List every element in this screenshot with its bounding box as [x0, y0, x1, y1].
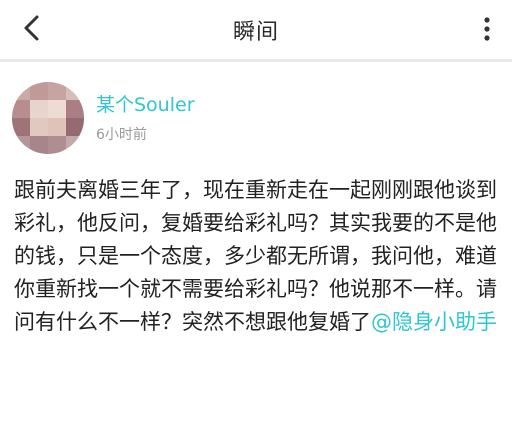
- post-text: 跟前夫离婚三年了，现在重新走在一起刚刚跟他谈到彩礼，他反问，复婚要给彩礼吗？其实…: [14, 174, 504, 339]
- mention-link[interactable]: @隐身小助手: [371, 310, 497, 334]
- author-name[interactable]: 某个Souler: [96, 90, 195, 117]
- blurred-avatar-image: [12, 82, 84, 154]
- more-button[interactable]: [472, 12, 502, 46]
- more-vertical-icon: [484, 17, 490, 41]
- avatar[interactable]: [12, 82, 84, 154]
- header-divider: [0, 59, 512, 62]
- top-bar: 瞬间: [0, 0, 512, 58]
- post-time: 6小时前: [96, 127, 147, 143]
- page-title: 瞬间: [232, 20, 279, 45]
